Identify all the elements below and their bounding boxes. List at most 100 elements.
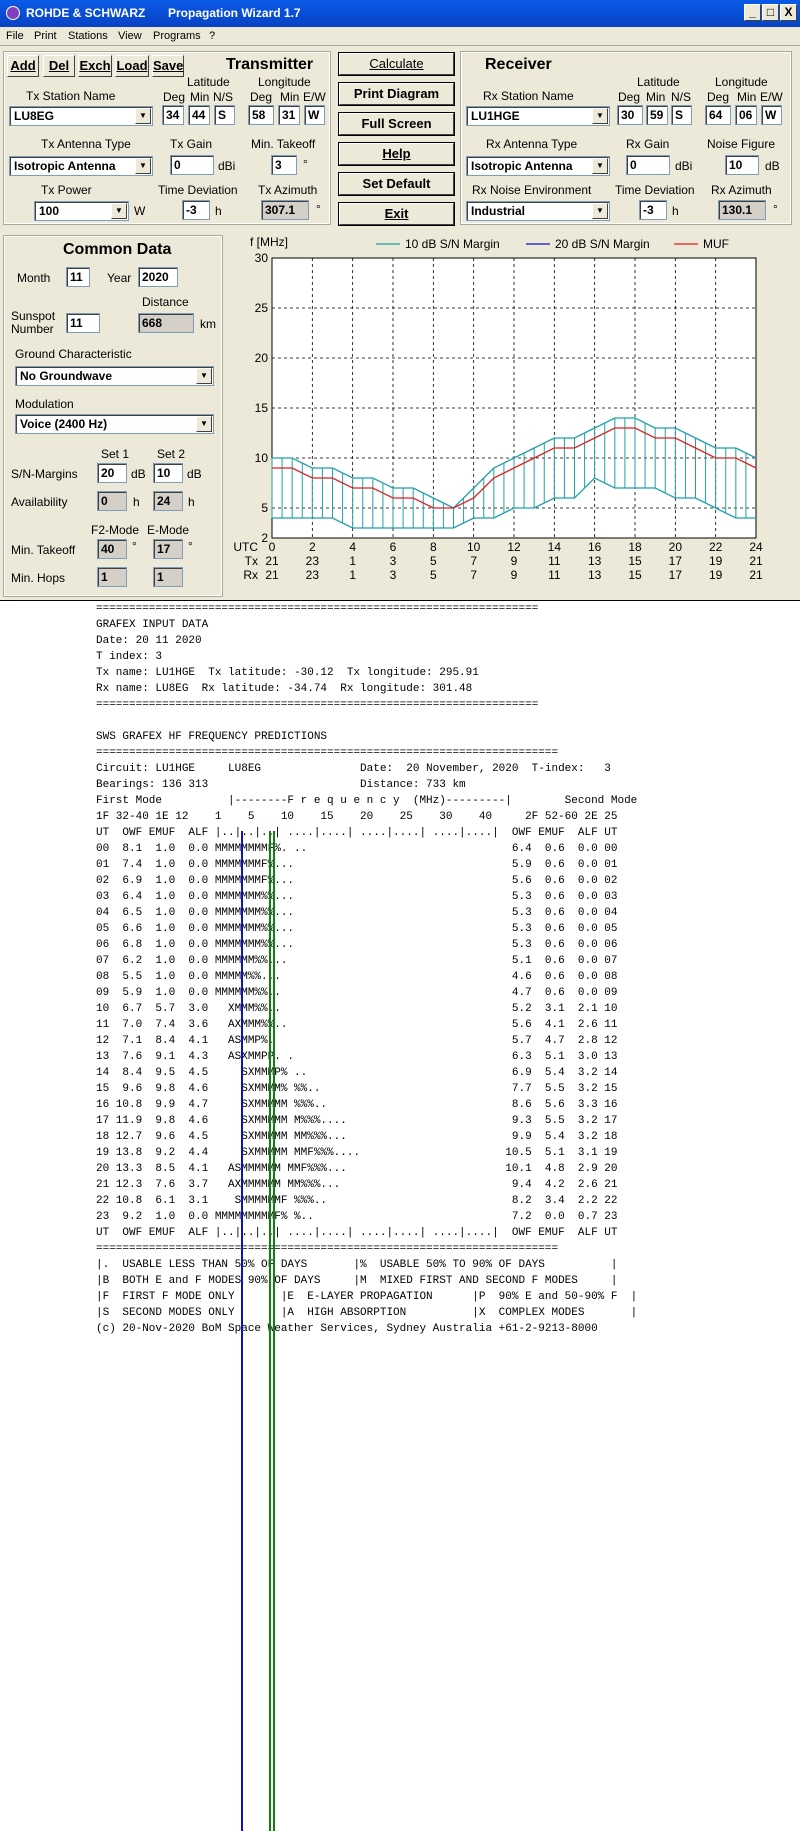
exit-button[interactable]: Exit	[338, 202, 455, 226]
tx-station-combo[interactable]: LU8EG ▼	[9, 106, 153, 126]
tx-lon-min-input[interactable]: 31	[278, 105, 300, 125]
rx-env-label: Rx Noise Environment	[472, 183, 592, 197]
receiver-panel: Receiver Latitude Longitude Rx Station N…	[460, 51, 792, 225]
tx-lat-deg-label: Deg	[163, 90, 186, 104]
x-tick-label: 23	[306, 568, 320, 582]
x-tick-label: 21	[749, 568, 763, 582]
load-button[interactable]: Load	[115, 55, 149, 77]
min-takeoff-label: Min. Takeoff	[11, 543, 76, 557]
menu-help[interactable]: ?	[209, 30, 215, 42]
distance-unit: km	[200, 317, 216, 331]
modulation-combo[interactable]: Voice (2400 Hz) ▼	[15, 414, 214, 434]
tx-timedev-input[interactable]: -3	[182, 200, 210, 220]
availability-set1: 0	[97, 491, 127, 511]
tx-lat-deg-input[interactable]: 34	[162, 105, 184, 125]
sunspot-label: Sunspot	[11, 309, 56, 323]
x-tick-label: 18	[628, 540, 642, 554]
chevron-down-icon[interactable]: ▼	[592, 158, 608, 174]
y-tick-label: 20	[255, 351, 269, 365]
receiver-header: Receiver	[485, 56, 552, 73]
y-tick-label: 25	[255, 301, 269, 315]
rx-lat-min-input[interactable]: 59	[646, 105, 668, 125]
grafex-report: ========================================…	[0, 600, 800, 1831]
menu-view[interactable]: View	[118, 30, 142, 42]
tx-azimuth-value: 307.1	[261, 200, 309, 220]
rx-azimuth-value: 130.1	[718, 200, 766, 220]
chevron-down-icon[interactable]: ▼	[111, 203, 127, 219]
rx-antenna-combo[interactable]: Isotropic Antenna ▼	[466, 156, 610, 176]
rx-env-combo[interactable]: Industrial ▼	[466, 201, 610, 221]
tx-gain-input[interactable]: 0	[170, 155, 214, 175]
tx-takeoff-input[interactable]: 3	[271, 155, 297, 175]
rx-lat-ns-input[interactable]: S	[671, 105, 692, 125]
snm-set2-unit: dB	[187, 467, 202, 481]
menu-programs[interactable]: Programs	[153, 30, 201, 42]
rx-timedev-label: Time Deviation	[615, 183, 695, 197]
x-tick-label: 23	[306, 554, 320, 568]
menu-stations[interactable]: Stations	[68, 30, 108, 42]
calculate-button[interactable]: Calculate	[338, 52, 455, 76]
x-tick-label: 20	[669, 540, 683, 554]
tx-power-label: Tx Power	[41, 183, 92, 197]
x-tick-label: 10	[467, 540, 481, 554]
x-tick-label: 8	[430, 540, 437, 554]
ground-combo[interactable]: No Groundwave ▼	[15, 366, 214, 386]
rx-noise-input[interactable]: 10	[725, 155, 759, 175]
hops-e-value: 1	[153, 567, 183, 587]
common-data-panel: Common Data Month 11 Year 2020 Distance …	[3, 235, 223, 597]
month-input[interactable]: 11	[66, 267, 90, 287]
tx-power-combo[interactable]: 100 ▼	[34, 201, 129, 221]
add-button[interactable]: Add	[7, 55, 39, 77]
rx-lat-deg-input[interactable]: 30	[617, 105, 643, 125]
x-tick-label: 19	[709, 568, 723, 582]
chevron-down-icon[interactable]: ▼	[196, 416, 212, 432]
maximize-button[interactable]: □	[762, 4, 779, 21]
rx-lon-ew-label: E/W	[760, 90, 783, 104]
menu-print[interactable]: Print	[34, 30, 57, 42]
chevron-down-icon[interactable]: ▼	[592, 108, 608, 124]
rx-lon-min-input[interactable]: 06	[735, 105, 757, 125]
ground-value: No Groundwave	[20, 369, 113, 383]
set-default-button[interactable]: Set Default	[338, 172, 455, 196]
tx-antenna-combo[interactable]: Isotropic Antenna ▼	[9, 156, 153, 176]
report-marker-green	[269, 831, 271, 1831]
title-bar: ROHDE & SCHWARZ Propagation Wizard 1.7 _…	[0, 0, 800, 27]
snm-set1-input[interactable]: 20	[97, 463, 127, 483]
snm-set1-unit: dB	[131, 467, 146, 481]
window-title-brand: ROHDE & SCHWARZ	[26, 6, 146, 20]
chevron-down-icon[interactable]: ▼	[592, 203, 608, 219]
rx-lon-ew-input[interactable]: W	[761, 105, 782, 125]
help-button[interactable]: Help	[338, 142, 455, 166]
rx-gain-input[interactable]: 0	[626, 155, 670, 175]
rx-station-combo[interactable]: LU1HGE ▼	[466, 106, 610, 126]
tx-lon-ew-input[interactable]: W	[304, 105, 325, 125]
del-button[interactable]: Del	[43, 55, 75, 77]
chevron-down-icon[interactable]: ▼	[196, 368, 212, 384]
minimize-button[interactable]: _	[744, 4, 761, 21]
x-tick-label: 1	[349, 568, 356, 582]
sunspot-input[interactable]: 11	[66, 313, 100, 333]
save-button[interactable]: Save	[152, 55, 184, 77]
snm-set2-input[interactable]: 10	[153, 463, 183, 483]
year-input[interactable]: 2020	[138, 267, 178, 287]
rx-noise-unit: dB	[765, 159, 780, 173]
tx-lat-ns-input[interactable]: S	[214, 105, 235, 125]
x-tick-label: 5	[430, 554, 437, 568]
rx-timedev-input[interactable]: -3	[639, 200, 667, 220]
tx-lat-min-input[interactable]: 44	[188, 105, 210, 125]
print-diagram-button[interactable]: Print Diagram	[338, 82, 455, 106]
y-tick-label: 15	[255, 401, 269, 415]
close-button[interactable]: X	[780, 4, 797, 21]
x-tick-label: 13	[588, 554, 602, 568]
tx-lon-deg-input[interactable]: 58	[248, 105, 274, 125]
chevron-down-icon[interactable]: ▼	[135, 158, 151, 174]
rx-noise-label: Noise Figure	[707, 137, 776, 151]
x-tick-label: 1	[349, 554, 356, 568]
menu-file[interactable]: File	[6, 30, 24, 42]
exch-button[interactable]: Exch	[78, 55, 112, 77]
chevron-down-icon[interactable]: ▼	[135, 108, 151, 124]
full-screen-button[interactable]: Full Screen	[338, 112, 455, 136]
rx-lon-deg-input[interactable]: 64	[705, 105, 731, 125]
tx-antenna-label: Tx Antenna Type	[41, 137, 131, 151]
hops-f2-value: 1	[97, 567, 127, 587]
